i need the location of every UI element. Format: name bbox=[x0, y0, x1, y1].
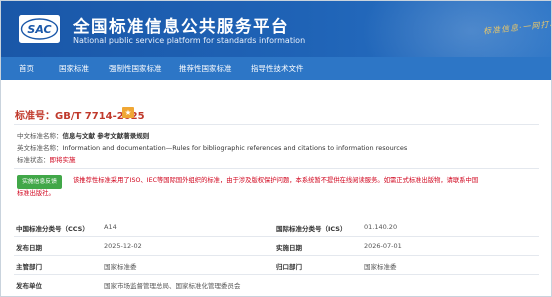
feedback-button[interactable]: 实施信息反馈 bbox=[17, 175, 62, 189]
publish-date-label: 发布日期 bbox=[16, 244, 42, 252]
site-title: 全国标准信息公共服务平台 bbox=[73, 17, 289, 36]
logo-text: SAC bbox=[27, 23, 51, 36]
table-row: 发布单位 国家市场监督管理总局、国家标准化管理委员会 bbox=[14, 275, 539, 294]
copyright-notice: 该推荐性标准采用了ISO、IEC等国际国外组织的标准，由于涉及版权保护问题，本系… bbox=[73, 177, 479, 184]
ics-label: 国际标准分类号（ICS） bbox=[276, 225, 347, 233]
effective-date-value: 2026-07-01 bbox=[364, 242, 402, 250]
competent-dept-value: 国家标准委 bbox=[104, 263, 137, 271]
responsible-dept-label: 归口部门 bbox=[276, 263, 302, 271]
status-value: 即将实施 bbox=[49, 156, 76, 164]
standard-detail-panel: 标准号：GB/T 7714-2025 ★ 中文标准名称：信息与文献 参考文献著录… bbox=[1, 80, 551, 296]
site-header: SAC 全国标准信息公共服务平台 National public service… bbox=[1, 1, 551, 57]
site-subtitle: National public service platform for sta… bbox=[73, 36, 306, 45]
publish-date-value: 2025-12-02 bbox=[104, 242, 142, 250]
ics-value: 01.140.20 bbox=[364, 223, 398, 231]
en-name-value: Information and documentation—Rules for … bbox=[62, 144, 408, 152]
table-row: 发布日期 2025-12-02 实施日期 2026-07-01 bbox=[14, 237, 539, 256]
cn-name-value: 信息与文献 参考文献著录规则 bbox=[62, 132, 150, 140]
responsible-dept-value: 国家标准委 bbox=[364, 263, 397, 271]
nav-item-recommended-standards[interactable]: 推荐性国家标准 bbox=[179, 57, 232, 80]
star-badge-icon: ★ bbox=[122, 107, 134, 118]
table-row: 中国标准分类号（CCS） A14 国际标准分类号（ICS） 01.140.20 bbox=[14, 218, 539, 237]
issuer-value: 国家市场监督管理总局、国家标准化管理委员会 bbox=[104, 282, 241, 290]
nav-item-guidance-documents[interactable]: 指导性技术文件 bbox=[251, 57, 304, 80]
nav-item-mandatory-standards[interactable]: 强制性国家标准 bbox=[109, 57, 162, 80]
en-name-label: 英文标准名称： bbox=[17, 144, 63, 152]
divider bbox=[14, 124, 539, 125]
competent-dept-label: 主管部门 bbox=[16, 263, 42, 271]
ccs-label: 中国标准分类号（CCS） bbox=[16, 225, 89, 233]
table-row: 主管部门 国家标准委 归口部门 国家标准委 bbox=[14, 256, 539, 275]
cn-name-label: 中文标准名称： bbox=[17, 132, 63, 140]
main-nav: 首页 国家标准 强制性国家标准 推荐性国家标准 指导性技术文件 bbox=[1, 57, 551, 80]
nav-item-home[interactable]: 首页 bbox=[19, 57, 34, 80]
cn-name-row: 中文标准名称：信息与文献 参考文献著录规则 bbox=[17, 130, 149, 140]
sac-logo-icon[interactable]: SAC bbox=[18, 14, 61, 44]
divider bbox=[14, 168, 539, 169]
nav-item-national-standards[interactable]: 国家标准 bbox=[59, 57, 89, 80]
status-label: 标准状态： bbox=[17, 156, 50, 164]
effective-date-label: 实施日期 bbox=[276, 244, 302, 252]
copyright-notice-cont: 标准出版社。 bbox=[17, 190, 55, 197]
issuer-label: 发布单位 bbox=[16, 282, 42, 290]
status-row: 标准状态：即将实施 bbox=[17, 154, 76, 164]
en-name-row: 英文标准名称：Information and documentation—Rul… bbox=[17, 142, 407, 152]
ccs-value: A14 bbox=[104, 223, 117, 231]
